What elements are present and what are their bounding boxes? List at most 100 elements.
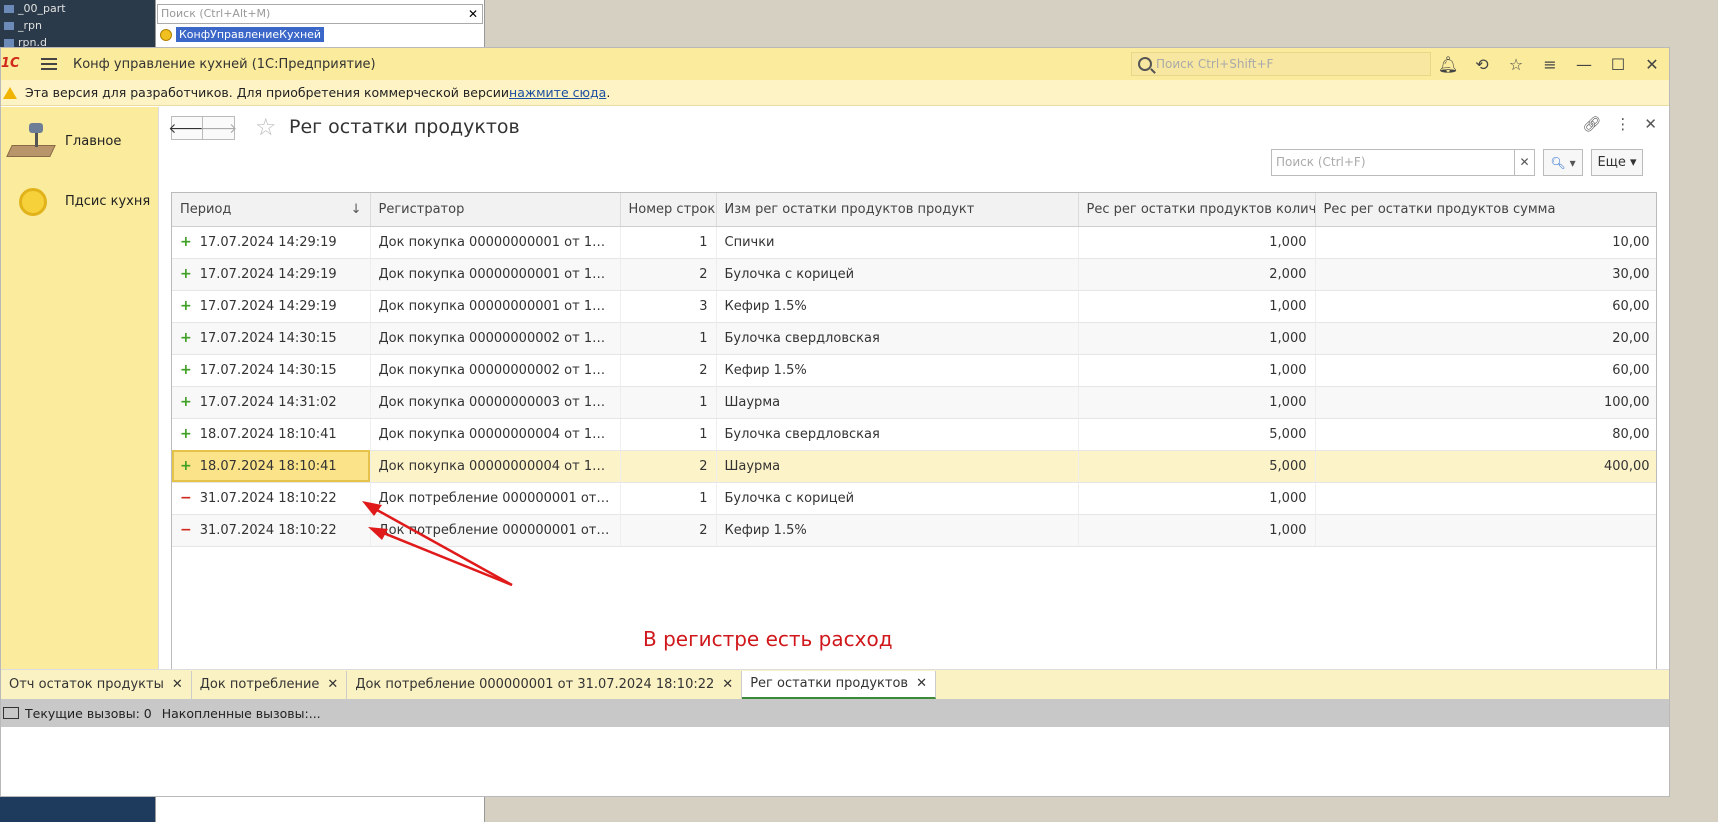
cell-quantity[interactable]: 1,000 [1078, 386, 1316, 419]
bell-icon[interactable]: 🔔︎ [1431, 48, 1465, 80]
cell-registrar[interactable]: Док потребление 000000001 от 31.07.20... [370, 482, 621, 515]
cell-quantity[interactable]: 1,000 [1078, 322, 1316, 355]
forward-button[interactable]: 🡒 [200, 116, 237, 140]
cell-registrar[interactable]: Док покупка 00000000001 от 17.07.2024 ..… [370, 290, 621, 323]
cell-registrar[interactable]: Док покупка 00000000004 от 18.07.2024 ..… [370, 418, 621, 451]
search-button[interactable]: 🔍︎ ▾ [1543, 149, 1583, 176]
cell-product[interactable]: Спички [716, 226, 1079, 259]
cell-period[interactable]: +17.07.2024 14:30:15 [172, 354, 371, 387]
cell-product[interactable]: Булочка с корицей [716, 482, 1079, 515]
table-row[interactable]: −31.07.2024 18:10:22 Док потребление 0000… [172, 482, 1656, 515]
back-button[interactable]: 🡐 [168, 116, 206, 140]
cell-line-number[interactable]: 2 [620, 354, 717, 387]
table-row[interactable]: +17.07.2024 14:29:19 Док покупка 00000000… [172, 258, 1656, 291]
file-tree-item[interactable]: _rpn [0, 17, 158, 34]
column-header-period[interactable]: Период ↓ [172, 193, 371, 227]
cell-registrar[interactable]: Док покупка 00000000003 от 17.07.2024 ..… [370, 386, 621, 419]
cell-registrar[interactable]: Док потребление 000000001 от 31.07.20... [370, 514, 621, 547]
cell-period[interactable]: +17.07.2024 14:29:19 [172, 290, 371, 323]
table-row[interactable]: +17.07.2024 14:31:02 Док покупка 00000000… [172, 386, 1656, 419]
tab-close-icon[interactable]: ✕ [916, 676, 927, 691]
more-actions-icon[interactable]: ⋮ [1615, 115, 1630, 133]
purchase-link[interactable]: нажмите сюда [509, 85, 606, 100]
more-button[interactable]: Еще ▾ [1591, 149, 1643, 176]
table-row[interactable]: +17.07.2024 14:30:15 Док покупка 00000000… [172, 354, 1656, 387]
sidebar-item-kitchen[interactable]: Пдсис кухня [1, 171, 159, 231]
cell-line-number[interactable]: 1 [620, 386, 717, 419]
background-search-input[interactable]: Поиск (Ctrl+Alt+M) ✕ [157, 4, 483, 24]
cell-line-number[interactable]: 2 [620, 258, 717, 291]
cell-sum[interactable]: 60,00 [1315, 290, 1656, 323]
cell-sum[interactable] [1315, 514, 1656, 547]
cell-sum[interactable] [1315, 482, 1656, 515]
cell-line-number[interactable]: 2 [620, 514, 717, 547]
cell-period[interactable]: −31.07.2024 18:10:22 [172, 482, 371, 515]
search-clear-button[interactable]: ✕ [1515, 149, 1535, 176]
cell-period[interactable]: +18.07.2024 18:10:41 [172, 450, 371, 483]
cell-quantity[interactable]: 1,000 [1078, 226, 1316, 259]
cell-sum[interactable]: 100,00 [1315, 386, 1656, 419]
table-row[interactable]: +17.07.2024 14:29:19 Док покупка 00000000… [172, 226, 1656, 259]
history-icon[interactable]: ⟲ [1465, 48, 1499, 80]
cell-quantity[interactable]: 1,000 [1078, 290, 1316, 323]
star-icon[interactable]: ☆ [1499, 48, 1533, 80]
window-tab[interactable]: Док потребление ✕ [192, 670, 348, 699]
window-tab[interactable]: Отч остаток продукты ✕ [1, 670, 192, 699]
cell-period[interactable]: −31.07.2024 18:10:22 [172, 514, 371, 547]
cell-product[interactable]: Шаурма [716, 450, 1079, 483]
cell-product[interactable]: Шаурма [716, 386, 1079, 419]
cell-line-number[interactable]: 1 [620, 226, 717, 259]
cell-line-number[interactable]: 1 [620, 322, 717, 355]
table-row[interactable]: +17.07.2024 14:29:19 Док покупка 00000000… [172, 290, 1656, 323]
cell-line-number[interactable]: 2 [620, 450, 717, 483]
cell-period[interactable]: +17.07.2024 14:31:02 [172, 386, 371, 419]
window-tab[interactable]: Док потребление 000000001 от 31.07.2024 … [347, 670, 743, 699]
column-header-sum[interactable]: Рес рег остатки продуктов сумма [1315, 193, 1656, 227]
cell-period[interactable]: +17.07.2024 14:29:19 [172, 258, 371, 291]
favorite-star-icon[interactable]: ☆ [255, 115, 277, 139]
cell-product[interactable]: Кефир 1.5% [716, 514, 1079, 547]
column-header-quantity[interactable]: Рес рег остатки продуктов количество [1078, 193, 1316, 227]
table-row[interactable]: +18.07.2024 18:10:41 Док покупка 00000000… [172, 450, 1656, 483]
link-icon[interactable]: 🔗︎ [1582, 115, 1601, 133]
cell-product[interactable]: Булочка свердловская [716, 418, 1079, 451]
table-row[interactable]: −31.07.2024 18:10:22 Док потребление 0000… [172, 514, 1656, 547]
cell-sum[interactable]: 10,00 [1315, 226, 1656, 259]
column-header-registrar[interactable]: Регистратор [370, 193, 621, 227]
cell-registrar[interactable]: Док покупка 00000000001 от 17.07.2024 ..… [370, 258, 621, 291]
cell-product[interactable]: Булочка с корицей [716, 258, 1079, 291]
cell-product[interactable]: Кефир 1.5% [716, 354, 1079, 387]
cell-sum[interactable]: 30,00 [1315, 258, 1656, 291]
global-search-input[interactable]: Поиск Ctrl+Shift+F [1131, 52, 1431, 76]
cell-registrar[interactable]: Док покупка 00000000004 от 18.07.2024 ..… [370, 450, 621, 483]
form-close-icon[interactable]: ✕ [1644, 115, 1657, 133]
cell-quantity[interactable]: 1,000 [1078, 482, 1316, 515]
cell-period[interactable]: +17.07.2024 14:29:19 [172, 226, 371, 259]
maximize-icon[interactable]: ☐ [1601, 48, 1635, 80]
table-row[interactable]: +17.07.2024 14:30:15 Док покупка 00000000… [172, 322, 1656, 355]
background-search-clear-icon[interactable]: ✕ [465, 6, 481, 22]
cell-registrar[interactable]: Док покупка 00000000002 от 17.07.2024 ..… [370, 322, 621, 355]
cell-line-number[interactable]: 3 [620, 290, 717, 323]
cell-sum[interactable]: 80,00 [1315, 418, 1656, 451]
cell-product[interactable]: Кефир 1.5% [716, 290, 1079, 323]
tab-close-icon[interactable]: ✕ [722, 677, 733, 692]
menu-icon[interactable]: ≡ [1533, 48, 1567, 80]
cell-registrar[interactable]: Док покупка 00000000001 от 17.07.2024 ..… [370, 226, 621, 259]
cell-product[interactable]: Булочка свердловская [716, 322, 1079, 355]
cell-quantity[interactable]: 1,000 [1078, 514, 1316, 547]
table-row[interactable]: +18.07.2024 18:10:41 Док покупка 00000000… [172, 418, 1656, 451]
tab-close-icon[interactable]: ✕ [327, 677, 338, 692]
close-icon[interactable]: ✕ [1635, 48, 1669, 80]
cell-period[interactable]: +17.07.2024 14:30:15 [172, 322, 371, 355]
list-search-input[interactable]: Поиск (Ctrl+F) [1271, 149, 1515, 176]
hamburger-menu-icon[interactable] [41, 58, 57, 70]
cell-line-number[interactable]: 1 [620, 418, 717, 451]
cell-quantity[interactable]: 5,000 [1078, 450, 1316, 483]
cell-quantity[interactable]: 2,000 [1078, 258, 1316, 291]
background-config-item[interactable]: КонфУправлениеКухней [160, 26, 325, 44]
cell-registrar[interactable]: Док покупка 00000000002 от 17.07.2024 ..… [370, 354, 621, 387]
cell-sum[interactable]: 400,00 [1315, 450, 1656, 483]
sidebar-item-main[interactable]: Главное [1, 111, 159, 171]
minimize-icon[interactable]: — [1567, 48, 1601, 80]
